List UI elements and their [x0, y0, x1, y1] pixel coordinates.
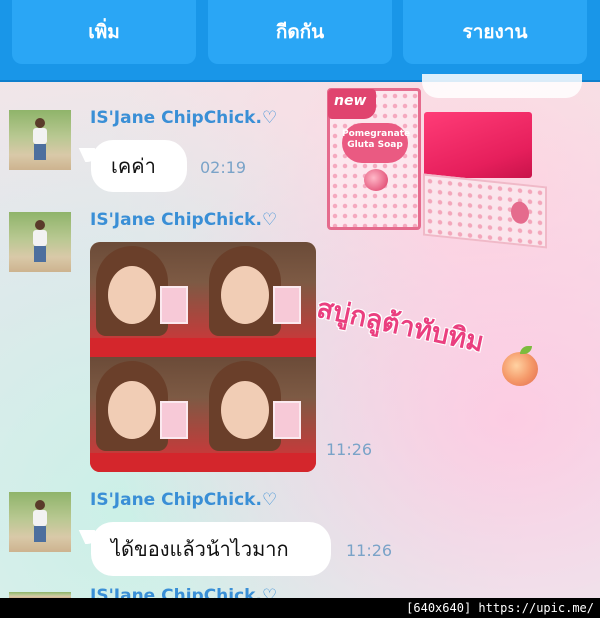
sender-name[interactable]: IS'Jane ChipChick.♡: [90, 210, 277, 230]
avatar[interactable]: [9, 110, 71, 170]
product-caption: สบู่กลูต้าทับทิม: [314, 292, 487, 359]
soap-case-image: [423, 173, 547, 249]
message-bubble[interactable]: ได้ของแล้วน้าไวมาก: [91, 522, 331, 576]
block-button[interactable]: กีดกัน: [208, 0, 392, 64]
photo-cell: [90, 242, 203, 358]
message-time: 11:26: [346, 541, 393, 560]
message-time: 11:26: [326, 440, 373, 459]
watermark: [640x640] https://upic.me/: [0, 598, 600, 618]
new-badge: new: [328, 89, 376, 119]
action-bar: เพิ่ม กีดกัน รายงาน: [0, 0, 600, 82]
photo-cell: [90, 357, 203, 472]
report-button[interactable]: รายงาน: [403, 0, 587, 64]
message-time: 02:19: [200, 158, 247, 177]
add-button[interactable]: เพิ่ม: [12, 0, 196, 64]
soap-box-image: new Pomegranate Gluta Soap: [327, 88, 421, 230]
avatar[interactable]: [9, 212, 71, 272]
pomegranate-icon: [364, 169, 388, 191]
product-label: Pomegranate Gluta Soap: [342, 123, 410, 163]
chat-screen: เพิ่ม กีดกัน รายงาน new Pomegranate Glut…: [0, 0, 600, 598]
sender-name[interactable]: IS'Jane ChipChick.♡: [90, 108, 277, 128]
peach-icon: [502, 346, 538, 386]
previous-message-bubble: [422, 74, 582, 98]
sender-name[interactable]: IS'Jane ChipChick.♡: [90, 586, 277, 598]
seal-icon: [511, 200, 529, 225]
photo-message[interactable]: [90, 242, 316, 472]
message-bubble[interactable]: เคค่า: [91, 140, 187, 192]
sender-name[interactable]: IS'Jane ChipChick.♡: [90, 490, 277, 510]
avatar[interactable]: [9, 492, 71, 552]
photo-cell: [203, 242, 316, 358]
photo-cell: [203, 357, 316, 472]
soap-bar-image: [424, 112, 532, 178]
